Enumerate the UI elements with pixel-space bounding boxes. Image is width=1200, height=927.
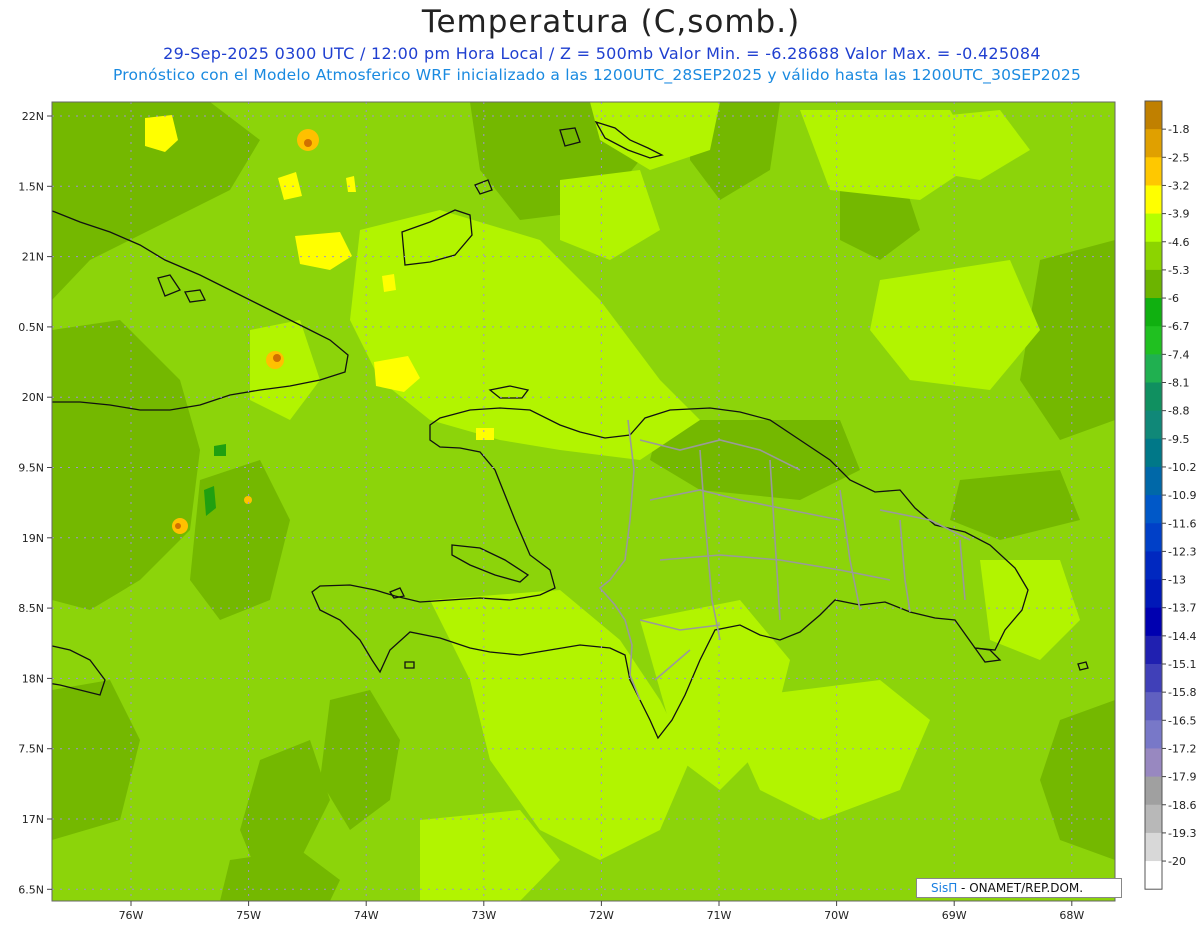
lon-tick-label: 74W <box>354 909 379 922</box>
colorbar-swatch <box>1145 551 1162 581</box>
colorbar-label: -1.8 <box>1168 123 1189 136</box>
colorbar-label: -19.3 <box>1168 827 1196 840</box>
colorbar-swatch <box>1145 298 1162 327</box>
lat-tick-label: 7.5N <box>18 743 44 756</box>
sispi-brand: SisΠ <box>931 881 958 895</box>
colorbar-swatch <box>1145 664 1162 693</box>
colorbar-swatch <box>1145 495 1162 524</box>
colorbar-swatch <box>1145 776 1162 806</box>
colorbar-label: -15.8 <box>1168 686 1196 699</box>
credit-text: - ONAMET/REP.DOM. <box>957 881 1084 895</box>
colorbar-swatch <box>1145 692 1162 721</box>
colorbar-swatch <box>1145 438 1162 468</box>
colorbar-swatch <box>1145 861 1162 890</box>
colorbar: -1.8 -2.5 -3.2 -3.9 -4.6 -5.3 -6 -6.7 -7.4 -8.1 -8… <box>1144 100 1196 890</box>
colorbar-swatch <box>1145 157 1162 186</box>
colorbar-label: -17.2 <box>1168 742 1196 755</box>
colorbar-swatch <box>1145 213 1162 243</box>
lon-tick-label: 73W <box>471 909 496 922</box>
colorbar-swatch <box>1145 101 1162 130</box>
lat-tick-label: 22N <box>22 110 44 123</box>
lat-tick-label: 19N <box>22 532 44 545</box>
lat-tick-label: 21N <box>22 251 44 264</box>
colorbar-label: -5.3 <box>1168 264 1189 277</box>
lon-tick-label: 68W <box>1059 909 1084 922</box>
lon-tick-label: 72W <box>589 909 614 922</box>
colorbar-swatch <box>1145 269 1162 299</box>
colorbar-label: -13.7 <box>1168 602 1196 615</box>
lon-tick-label: 76W <box>119 909 144 922</box>
colorbar-swatch <box>1145 804 1162 834</box>
colorbar-swatch <box>1145 720 1162 749</box>
colorbar-label: -4.6 <box>1168 236 1189 249</box>
colorbar-label: -13 <box>1168 574 1186 587</box>
lon-tick-label: 75W <box>236 909 261 922</box>
lon-tick-label: 69W <box>942 909 967 922</box>
colorbar-swatch <box>1145 607 1162 637</box>
colorbar-label: -2.5 <box>1168 151 1189 164</box>
lat-tick-label: 9.5N <box>18 462 44 475</box>
colorbar-label: -14.4 <box>1168 630 1196 643</box>
colorbar-swatch <box>1145 185 1162 215</box>
colorbar-swatch <box>1145 832 1162 862</box>
colorbar-label: -10.9 <box>1168 489 1196 502</box>
lat-tick-label: 1.5N <box>18 180 44 193</box>
colorbar-label: -9.5 <box>1168 433 1189 446</box>
colorbar-label: -8.8 <box>1168 405 1189 418</box>
lat-tick-label: 17N <box>22 813 44 826</box>
longitude-axis: 76W 75W 74W 73W 72W 71W 70W 69W 68W <box>119 901 1084 922</box>
colorbar-label: -7.4 <box>1168 348 1189 361</box>
temperature-map: 76W 75W 74W 73W 72W 71W 70W 69W 68W 22N 1.5N 21N 0.… <box>18 100 1196 922</box>
colorbar-swatch <box>1145 354 1162 383</box>
map-plot-area <box>52 102 1115 901</box>
colorbar-swatch <box>1145 241 1162 271</box>
credit-box: SisΠ - ONAMET/REP.DOM. <box>916 878 1122 898</box>
colorbar-swatch <box>1145 748 1162 778</box>
lon-tick-label: 71W <box>707 909 732 922</box>
colorbar-label: -3.2 <box>1168 179 1189 192</box>
colorbar-label: -18.6 <box>1168 799 1196 812</box>
lat-tick-label: 8.5N <box>18 602 44 615</box>
lat-tick-label: 0.5N <box>18 321 44 334</box>
colorbar-swatch <box>1145 466 1162 496</box>
colorbar-swatch <box>1145 579 1162 609</box>
lon-tick-label: 70W <box>824 909 849 922</box>
colorbar-swatch <box>1145 523 1162 552</box>
colorbar-label: -3.9 <box>1168 208 1189 221</box>
colorbar-swatch <box>1145 635 1162 665</box>
colorbar-swatch <box>1145 382 1162 412</box>
colorbar-label: -12.3 <box>1168 545 1196 558</box>
lat-tick-label: 18N <box>22 672 44 685</box>
colorbar-label: -15.1 <box>1168 658 1196 671</box>
latitude-axis: 22N 1.5N 21N 0.5N 20N 9.5N 19N 8.5N 18N 7.5N 17N 6.… <box>18 110 52 896</box>
colorbar-label: -6 <box>1168 292 1179 305</box>
colorbar-label: -16.5 <box>1168 714 1196 727</box>
colorbar-label: -8.1 <box>1168 377 1189 390</box>
colorbar-label: -17.9 <box>1168 771 1196 784</box>
colorbar-label: -10.2 <box>1168 461 1196 474</box>
colorbar-label: -20 <box>1168 855 1186 868</box>
lat-tick-label: 20N <box>22 391 44 404</box>
colorbar-swatch <box>1145 410 1162 440</box>
colorbar-swatch <box>1145 326 1162 355</box>
colorbar-label: -6.7 <box>1168 320 1189 333</box>
colorbar-label: -11.6 <box>1168 517 1196 530</box>
colorbar-swatch <box>1145 129 1162 158</box>
lat-tick-label: 6.5N <box>18 883 44 896</box>
